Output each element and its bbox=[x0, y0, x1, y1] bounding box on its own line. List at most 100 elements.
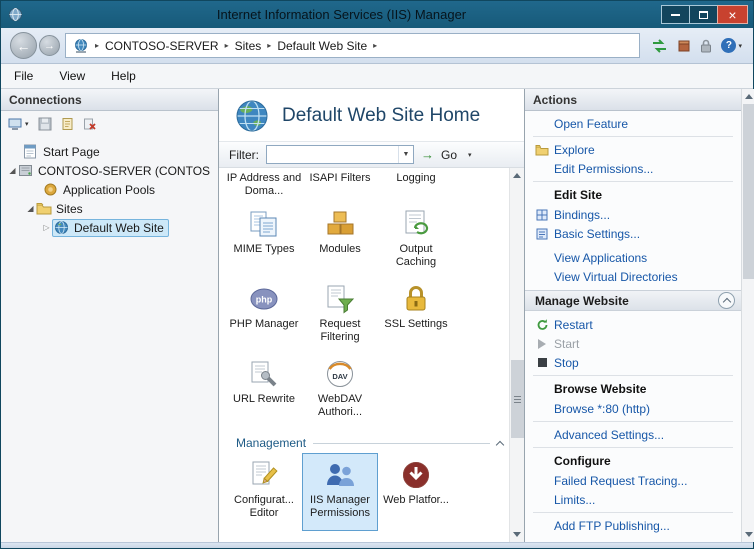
lock-icon bbox=[700, 39, 712, 53]
request-filtering-icon bbox=[324, 283, 356, 315]
feature-webdav-authoring[interactable]: DAV WebDAV Authori... bbox=[302, 352, 378, 427]
breadcrumb-separator[interactable]: ▸ bbox=[267, 41, 271, 50]
tree-item-sites[interactable]: ◢ Sites bbox=[1, 199, 218, 218]
close-button[interactable]: × bbox=[717, 5, 748, 24]
feature-isapi-filters[interactable]: ISAPI Filters bbox=[302, 170, 378, 202]
feature-output-caching[interactable]: Output Caching bbox=[378, 202, 454, 277]
window-bottom-frame bbox=[1, 542, 753, 548]
separator bbox=[533, 181, 733, 182]
scroll-down-button[interactable] bbox=[510, 527, 525, 542]
collapse-section-icon[interactable] bbox=[496, 440, 504, 448]
go-button[interactable]: Go bbox=[441, 148, 457, 162]
separator bbox=[533, 375, 733, 376]
output-caching-icon bbox=[400, 208, 432, 240]
show-all-caret-icon[interactable]: ▾ bbox=[468, 151, 472, 159]
action-stop[interactable]: Stop bbox=[525, 353, 741, 372]
action-browse-80[interactable]: Browse *:80 (http) bbox=[525, 399, 741, 418]
action-explore[interactable]: Explore bbox=[525, 140, 741, 159]
forward-button[interactable]: → bbox=[39, 35, 60, 56]
feature-ip-address-domain[interactable]: IP Address and Doma... bbox=[226, 170, 302, 202]
feature-url-rewrite[interactable]: URL Rewrite bbox=[226, 352, 302, 427]
menu-help[interactable]: Help bbox=[98, 65, 149, 87]
scroll-down-button[interactable] bbox=[741, 527, 754, 542]
feature-logging[interactable]: Logging bbox=[378, 170, 454, 202]
action-basic-settings[interactable]: Basic Settings... bbox=[525, 224, 741, 243]
tree-label: Application Pools bbox=[63, 183, 155, 197]
breadcrumb-item-default-web-site[interactable]: Default Web Site bbox=[277, 39, 367, 53]
breadcrumb-separator[interactable]: ▸ bbox=[225, 41, 229, 50]
feature-modules[interactable]: Modules bbox=[302, 202, 378, 277]
help-button[interactable]: ? ▾ bbox=[721, 38, 742, 53]
back-button[interactable]: ← bbox=[10, 32, 37, 59]
save-connections-icon[interactable] bbox=[38, 117, 52, 131]
breadcrumb-separator: ▸ bbox=[95, 41, 99, 50]
window-title: Internet Information Services (IIS) Mana… bbox=[29, 7, 654, 22]
action-advanced-settings[interactable]: Advanced Settings... bbox=[525, 425, 741, 444]
actions-scrollbar[interactable] bbox=[741, 89, 754, 542]
svg-text:php: php bbox=[256, 295, 273, 305]
delete-connection-icon[interactable] bbox=[83, 117, 97, 131]
maximize-icon bbox=[699, 11, 708, 19]
feature-php-manager[interactable]: php PHP Manager bbox=[226, 277, 302, 352]
features-scrollbar[interactable] bbox=[509, 168, 524, 542]
scrollbar-thumb[interactable] bbox=[743, 104, 754, 279]
tree-item-default-web-site[interactable]: ▷ Default Web Site bbox=[1, 218, 218, 237]
feature-mime-types[interactable]: MIME Types bbox=[226, 202, 302, 277]
action-view-virtual-directories[interactable]: View Virtual Directories bbox=[525, 267, 741, 286]
connections-panel: Connections ▾ bbox=[1, 89, 219, 542]
forward-arrow-icon: → bbox=[44, 40, 55, 52]
actions-list: Open Feature Explore Edit Permissions... bbox=[525, 111, 741, 542]
feature-spacer bbox=[378, 352, 454, 427]
minimize-button[interactable] bbox=[661, 5, 690, 24]
iis-app-icon bbox=[8, 7, 23, 22]
filter-combobox[interactable]: ▼ bbox=[266, 145, 414, 164]
feature-configuration-editor[interactable]: Configurat... Editor bbox=[226, 453, 302, 528]
refresh-arrows-icon[interactable] bbox=[651, 39, 668, 53]
separator bbox=[533, 447, 733, 448]
action-open-feature[interactable]: Open Feature bbox=[525, 114, 741, 133]
feature-iis-manager-permissions[interactable]: IIS Manager Permissions bbox=[302, 453, 378, 531]
feature-label: MIME Types bbox=[234, 243, 295, 256]
feature-web-platform-installer[interactable]: Web Platfor... bbox=[378, 453, 454, 528]
scroll-down-icon bbox=[513, 532, 521, 537]
action-limits[interactable]: Limits... bbox=[525, 490, 741, 509]
collapse-manage-website-button[interactable] bbox=[718, 292, 735, 309]
feature-label: Request Filtering bbox=[302, 318, 378, 344]
back-arrow-icon: ← bbox=[17, 38, 31, 54]
menu-view[interactable]: View bbox=[46, 65, 98, 87]
menu-file[interactable]: File bbox=[1, 65, 46, 87]
action-failed-request-tracing[interactable]: Failed Request Tracing... bbox=[525, 471, 741, 490]
breadcrumb-item-server[interactable]: CONTOSO-SERVER bbox=[105, 39, 219, 53]
feature-label: ISAPI Filters bbox=[309, 172, 370, 185]
tree-item-start-page[interactable]: Start Page bbox=[1, 142, 218, 161]
feature-ssl-settings[interactable]: SSL Settings bbox=[378, 277, 454, 352]
go-arrow-icon: → bbox=[421, 147, 434, 162]
package-icon[interactable] bbox=[677, 39, 691, 53]
action-edit-permissions[interactable]: Edit Permissions... bbox=[525, 159, 741, 178]
selected-tree-item: Default Web Site bbox=[52, 219, 169, 237]
tree-item-application-pools[interactable]: Application Pools bbox=[1, 180, 218, 199]
maximize-button[interactable] bbox=[689, 5, 718, 24]
action-add-ftp-publishing[interactable]: Add FTP Publishing... bbox=[525, 516, 741, 535]
scroll-up-button[interactable] bbox=[741, 89, 754, 104]
feature-request-filtering[interactable]: Request Filtering bbox=[302, 277, 378, 352]
tree-item-server[interactable]: ◢ CONTOSO-SERVER (CONTOS bbox=[1, 161, 218, 180]
management-row: Configurat... Editor IIS Manager Permiss… bbox=[226, 453, 509, 531]
scroll-up-button[interactable] bbox=[510, 168, 525, 183]
expander-closed-icon[interactable]: ▷ bbox=[41, 223, 52, 232]
action-bindings[interactable]: Bindings... bbox=[525, 205, 741, 224]
expander-open-icon[interactable]: ◢ bbox=[7, 166, 18, 175]
breadcrumb-item-sites[interactable]: Sites bbox=[235, 39, 262, 53]
new-item-icon[interactable] bbox=[61, 117, 74, 131]
scrollbar-thumb[interactable] bbox=[511, 360, 524, 438]
action-view-applications[interactable]: View Applications bbox=[525, 248, 741, 267]
action-label: Add FTP Publishing... bbox=[554, 519, 670, 533]
action-restart[interactable]: Restart bbox=[525, 315, 741, 334]
expander-open-icon[interactable]: ◢ bbox=[25, 204, 36, 213]
mime-types-icon bbox=[248, 208, 280, 240]
combobox-caret-icon[interactable]: ▼ bbox=[398, 146, 413, 163]
create-connection-button[interactable]: ▾ bbox=[8, 118, 29, 131]
tree-label: Default Web Site bbox=[74, 221, 164, 235]
breadcrumb-separator[interactable]: ▸ bbox=[373, 41, 377, 50]
connect-dropdown-caret-icon: ▾ bbox=[25, 120, 29, 128]
